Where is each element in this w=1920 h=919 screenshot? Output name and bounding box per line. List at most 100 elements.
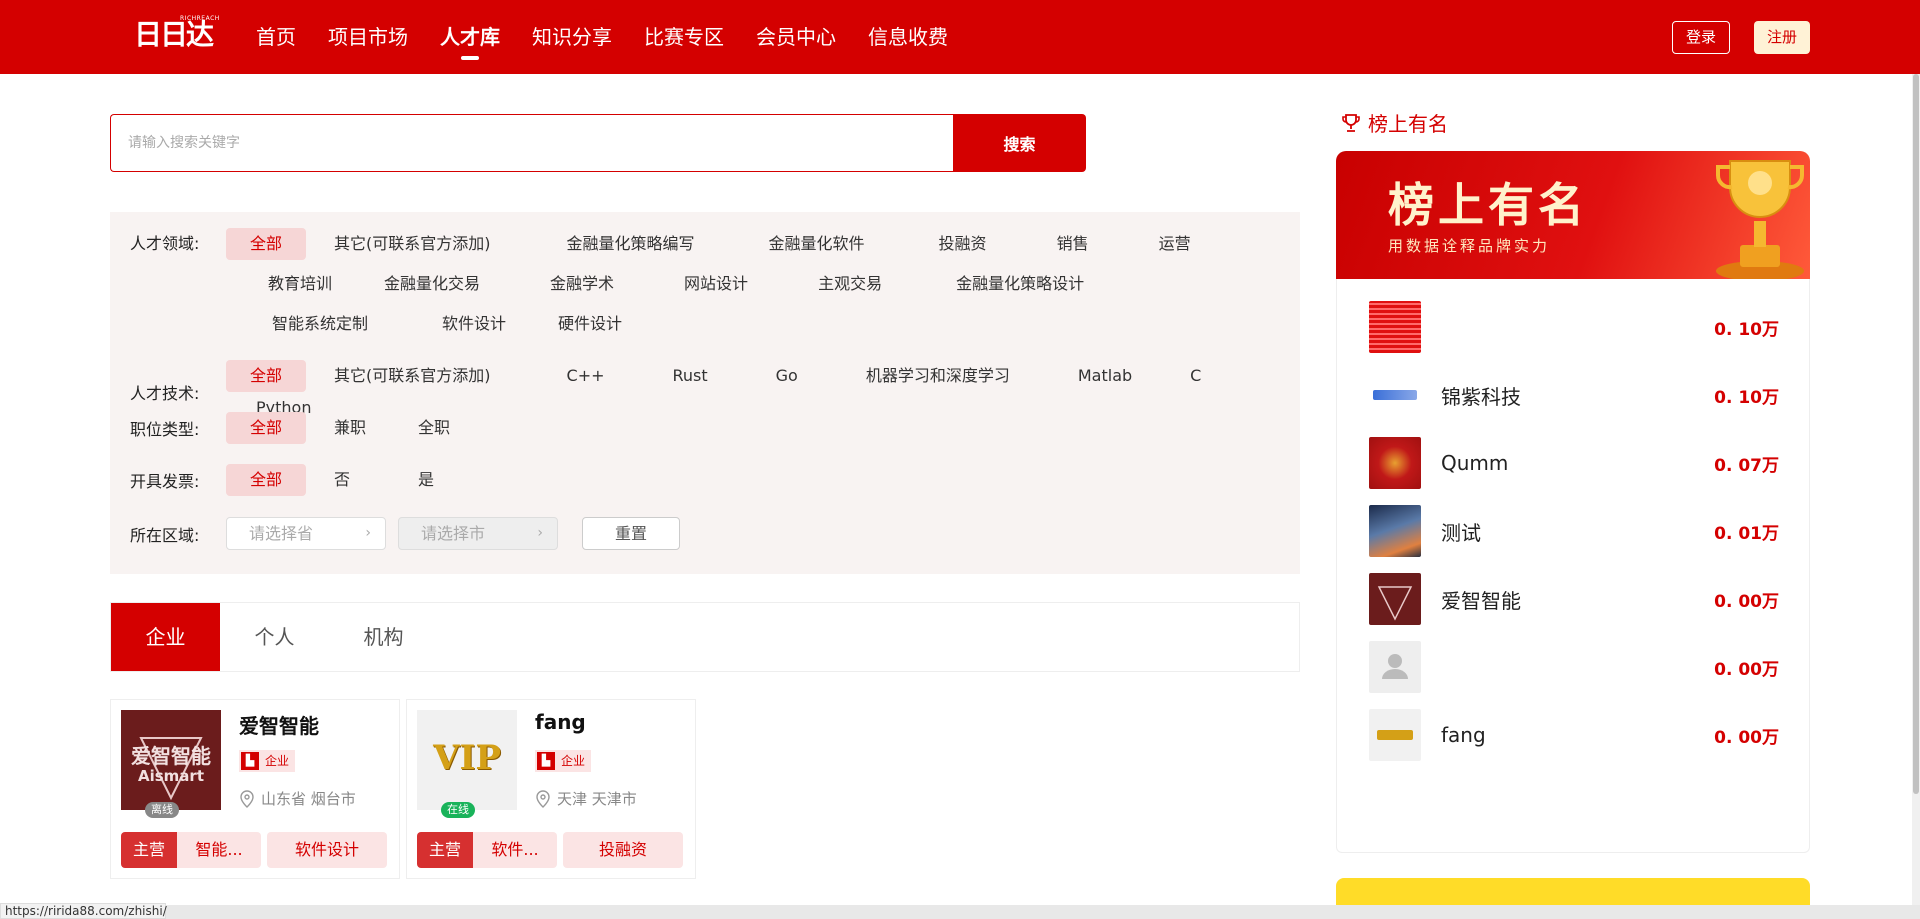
job-option[interactable]: 兼职 xyxy=(310,412,390,444)
tab-institution[interactable]: 机构 xyxy=(329,603,438,671)
tech-option[interactable]: C++ xyxy=(543,360,629,392)
ranking-value: 0. 10万 xyxy=(1714,387,1779,408)
trophy-illustration-icon xyxy=(1715,160,1805,279)
type-badge: ▙ 企业 xyxy=(239,750,296,772)
tech-option[interactable]: 机器学习和深度学习 xyxy=(842,360,1034,392)
ranking-item[interactable]: fang 0. 00万 xyxy=(1369,709,1779,761)
register-button[interactable]: 注册 xyxy=(1754,21,1810,54)
field-option[interactable]: 主观交易 xyxy=(794,268,906,300)
location-text: 天津 天津市 xyxy=(557,790,637,808)
vip-badge-icon xyxy=(1377,730,1413,740)
field-option[interactable]: 运营 xyxy=(1135,228,1215,260)
ranking-item[interactable]: Qumm 0. 07万 xyxy=(1369,437,1779,489)
link-status-bar: https://ririda88.com/zhishi/ xyxy=(0,903,167,919)
filter-panel: 人才领域: 全部 其它(可联系官方添加) 金融量化策略编写 金融量化软件 投融资… xyxy=(110,212,1300,574)
card-name[interactable]: fang xyxy=(535,710,586,734)
building-icon: ▙ xyxy=(241,752,259,770)
nav-project-market[interactable]: 项目市场 xyxy=(328,0,408,74)
nav-knowledge[interactable]: 知识分享 xyxy=(532,0,612,74)
scrollbar-thumb[interactable] xyxy=(1913,74,1919,794)
filter-label-invoice: 开具发票: xyxy=(130,472,200,491)
avatar xyxy=(1369,369,1421,421)
tech-option[interactable]: Rust xyxy=(649,360,732,392)
filter-row-region: 所在区域: 请选择省 › 请选择市 › 重置 xyxy=(130,517,680,550)
login-button[interactable]: 登录 xyxy=(1672,21,1730,54)
card-name[interactable]: 爱智智能 xyxy=(239,710,319,739)
talent-card[interactable]: VIP 在线 fang ▙ 企业 天津 天津市 主营 软件... 投融资 xyxy=(406,699,696,879)
tech-option[interactable]: 其它(可联系官方添加) xyxy=(310,360,515,392)
avatar-subtext: Aismart xyxy=(138,767,204,785)
nav-competition[interactable]: 比赛专区 xyxy=(644,0,724,74)
avatar: 爱智智能 Aismart xyxy=(121,710,221,810)
avatar xyxy=(1369,301,1421,353)
search-button[interactable]: 搜索 xyxy=(953,114,1086,172)
search-bar: 搜索 xyxy=(110,114,1086,172)
ranking-name: 测试 xyxy=(1441,520,1481,545)
tech-option[interactable]: Matlab xyxy=(1054,360,1156,392)
tech-option-all[interactable]: 全部 xyxy=(226,360,307,392)
province-select[interactable]: 请选择省 › xyxy=(226,517,386,550)
field-option[interactable]: 教育培训 xyxy=(244,268,356,300)
page-scrollbar[interactable] xyxy=(1912,74,1920,916)
field-option[interactable]: 硬件设计 xyxy=(534,308,646,340)
nav-member-center[interactable]: 会员中心 xyxy=(756,0,836,74)
site-logo[interactable]: 日日达 RICHREACH xyxy=(134,15,219,52)
tech-option[interactable]: Go xyxy=(752,360,822,392)
ranking-item[interactable]: 测试 0. 01万 xyxy=(1369,505,1779,557)
field-option[interactable]: 金融量化软件 xyxy=(745,228,889,260)
field-option[interactable]: 金融量化策略编写 xyxy=(543,228,719,260)
location-text: 山东省 烟台市 xyxy=(261,790,356,808)
ranking-value: 0. 00万 xyxy=(1714,591,1779,612)
nav-home[interactable]: 首页 xyxy=(256,0,296,74)
ranking-item[interactable]: 0. 10万 xyxy=(1369,301,1779,353)
bottom-strip xyxy=(0,905,1920,919)
location: 天津 天津市 xyxy=(535,788,637,809)
field-option[interactable]: 智能系统定制 xyxy=(248,308,392,340)
main-business-label: 主营 xyxy=(121,832,177,868)
field-option[interactable]: 投融资 xyxy=(915,228,1011,260)
talent-card[interactable]: 爱智智能 Aismart 离线 爱智智能 ▙ 企业 山东省 烟台市 主营 智能.… xyxy=(110,699,400,879)
avatar: VIP xyxy=(417,710,517,810)
filter-options-field: 全部 其它(可联系官方添加) 金融量化策略编写 金融量化软件 投融资 销售 运营… xyxy=(226,228,1266,340)
nav-talent-pool[interactable]: 人才库 xyxy=(440,0,500,74)
tab-individual[interactable]: 个人 xyxy=(220,603,329,671)
job-option-all[interactable]: 全部 xyxy=(226,412,307,444)
search-input[interactable] xyxy=(110,114,953,172)
invoice-option[interactable]: 是 xyxy=(394,464,458,496)
ranking-list: 0. 10万 锦紫科技 0. 10万 Qumm 0. 07万 测试 0. 01万… xyxy=(1336,279,1810,853)
chevron-right-icon: › xyxy=(365,525,371,541)
field-option[interactable]: 网站设计 xyxy=(660,268,772,300)
field-option[interactable]: 销售 xyxy=(1033,228,1113,260)
ranking-item[interactable]: 0. 00万 xyxy=(1369,641,1779,693)
job-option[interactable]: 全职 xyxy=(394,412,474,444)
ranking-value: 0. 00万 xyxy=(1714,659,1779,680)
filter-options-invoice: 全部 否 是 xyxy=(226,464,1266,496)
ranking-value: 0. 07万 xyxy=(1714,455,1779,476)
field-option[interactable]: 其它(可联系官方添加) xyxy=(310,228,515,260)
field-option[interactable]: 软件设计 xyxy=(418,308,530,340)
field-option[interactable]: 金融学术 xyxy=(526,268,638,300)
tab-enterprise[interactable]: 企业 xyxy=(111,603,220,671)
filter-label-job: 职位类型: xyxy=(130,420,200,439)
nav-info-fee[interactable]: 信息收费 xyxy=(868,0,948,74)
ranking-value: 0. 01万 xyxy=(1714,523,1779,544)
card-tags: 主营 智能... 软件设计 xyxy=(121,832,387,868)
invoice-option-all[interactable]: 全部 xyxy=(226,464,307,496)
invoice-option[interactable]: 否 xyxy=(310,464,374,496)
banner-title: 榜上有名 xyxy=(1388,178,1588,232)
avatar xyxy=(1369,437,1421,489)
ranking-item[interactable]: 锦紫科技 0. 10万 xyxy=(1369,369,1779,421)
filter-options-job: 全部 兼职 全职 xyxy=(226,412,1266,444)
reset-button[interactable]: 重置 xyxy=(582,517,680,550)
location: 山东省 烟台市 xyxy=(239,788,356,809)
field-option-all[interactable]: 全部 xyxy=(226,228,307,260)
logo-text: 日日达 xyxy=(134,18,214,51)
card-tags: 主营 软件... 投融资 xyxy=(417,832,683,868)
ranking-item[interactable]: 爱智智能 0. 00万 xyxy=(1369,573,1779,625)
field-option[interactable]: 金融量化策略设计 xyxy=(932,268,1108,300)
filter-row-job: 职位类型: 全部 兼职 全职 xyxy=(130,412,1266,444)
city-select[interactable]: 请选择市 › xyxy=(398,517,558,550)
business-tag: 软件... xyxy=(473,832,557,868)
field-option[interactable]: 金融量化交易 xyxy=(360,268,504,300)
tech-option[interactable]: C xyxy=(1166,360,1225,392)
